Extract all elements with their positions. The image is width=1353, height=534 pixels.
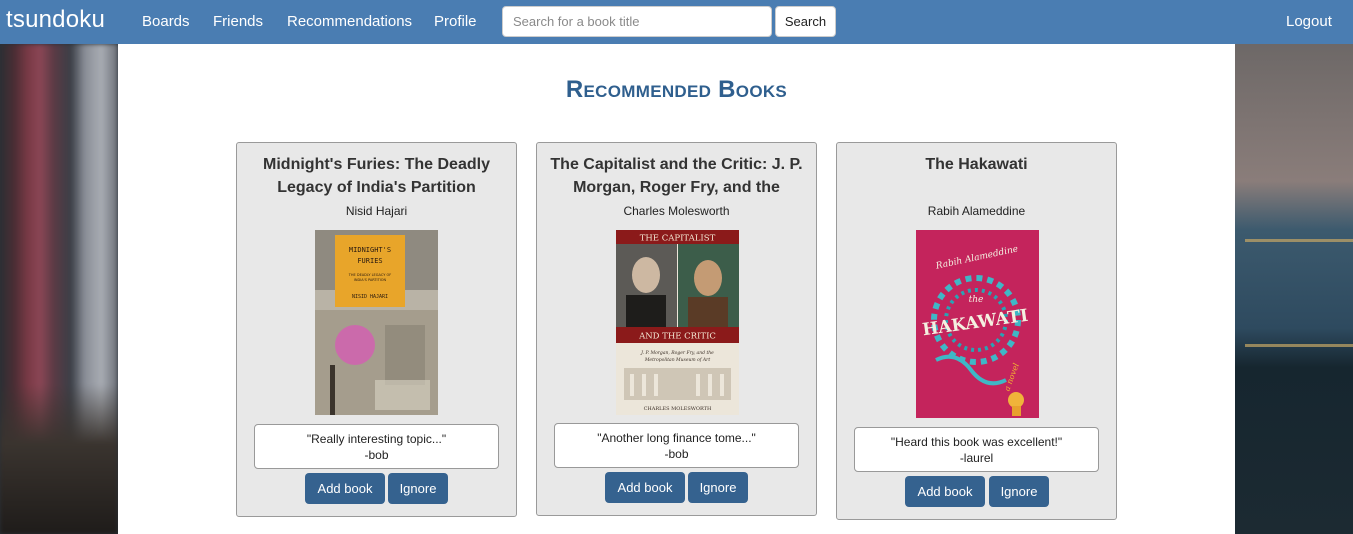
- recommender-name: -laurel: [959, 451, 994, 465]
- book-title: The Hakawati: [925, 156, 1028, 173]
- ignore-button[interactable]: Ignore: [989, 476, 1049, 507]
- search-button[interactable]: Search: [775, 6, 836, 37]
- navbar: tsundoku Boards Friends Recommendations …: [0, 0, 1353, 44]
- book-cover: THE CAPITALIST AND THE CRITIC J. P. Morg…: [616, 230, 739, 415]
- book-cover: Rabih Alameddine the HAKAWATI a novel: [916, 230, 1039, 418]
- cover-title-1: the: [969, 295, 984, 305]
- book-author: Rabih Alameddine: [927, 204, 1026, 218]
- cover-title-1: THE CAPITALIST: [640, 234, 716, 244]
- book-card: The Capitalist and the Critic: J. P. Mor…: [536, 142, 817, 516]
- background-left: [0, 44, 118, 534]
- book-card: The Hakawati Rabih Alameddine Rabih Alam…: [836, 142, 1117, 520]
- cover-author: CHARLES MOLESWORTH: [644, 406, 712, 412]
- add-book-button[interactable]: Add book: [905, 476, 985, 507]
- book-author: Charles Molesworth: [623, 204, 730, 218]
- recommender-name: -bob: [364, 448, 389, 462]
- book-title: The Capitalist and the Critic: J. P. Mor…: [550, 156, 803, 196]
- brand-logo[interactable]: tsundoku: [6, 6, 105, 34]
- page-title: Recommended Books: [565, 76, 788, 103]
- add-book-button[interactable]: Add book: [305, 473, 385, 504]
- main-content: Recommended Books Midnight's Furies: The…: [118, 44, 1235, 534]
- nav-profile[interactable]: Profile: [434, 13, 477, 30]
- book-cover: MIDNIGHT'S FURIES THE DEADLY LEGACY OF I…: [315, 230, 438, 415]
- nav-friends[interactable]: Friends: [213, 13, 263, 30]
- recommendation-note: "Heard this book was excellent!" -laurel: [854, 427, 1099, 472]
- background-right: [1235, 44, 1353, 534]
- cover-title-2: FURIES: [357, 257, 382, 265]
- recommendation-quote: "Another long finance tome...": [597, 431, 756, 445]
- ignore-button[interactable]: Ignore: [688, 472, 748, 503]
- cover-subtitle: THE DEADLY LEGACY OF: [348, 273, 391, 277]
- recommender-name: -bob: [664, 447, 689, 461]
- book-card: Midnight's Furies: The Deadly Legacy of …: [236, 142, 517, 517]
- cover-author: NISID HAJARI: [352, 294, 388, 300]
- cover-title-1: MIDNIGHT'S: [349, 246, 391, 254]
- nav-boards[interactable]: Boards: [142, 13, 190, 30]
- recommendation-note: "Another long finance tome..." -bob: [554, 423, 799, 468]
- nav-logout[interactable]: Logout: [1286, 13, 1332, 30]
- svg-text:Metropolitan Museum of Art: Metropolitan Museum of Art: [644, 357, 711, 363]
- recommendation-quote: "Heard this book was excellent!": [890, 435, 1063, 449]
- svg-text:INDIA'S PARTITION: INDIA'S PARTITION: [354, 278, 387, 282]
- recommendation-note: "Really interesting topic..." -bob: [254, 424, 499, 469]
- cover-subtitle: J. P. Morgan, Roger Fry, and the: [640, 350, 714, 356]
- search-input[interactable]: [502, 6, 772, 37]
- nav-recommendations[interactable]: Recommendations: [287, 13, 412, 30]
- book-title: Midnight's Furies: The Deadly Legacy of …: [263, 156, 490, 196]
- cover-title-2: AND THE CRITIC: [638, 332, 716, 342]
- ignore-button[interactable]: Ignore: [388, 473, 448, 504]
- book-author: Nisid Hajari: [345, 204, 408, 218]
- recommendation-quote: "Really interesting topic...": [306, 432, 447, 446]
- add-book-button[interactable]: Add book: [605, 472, 685, 503]
